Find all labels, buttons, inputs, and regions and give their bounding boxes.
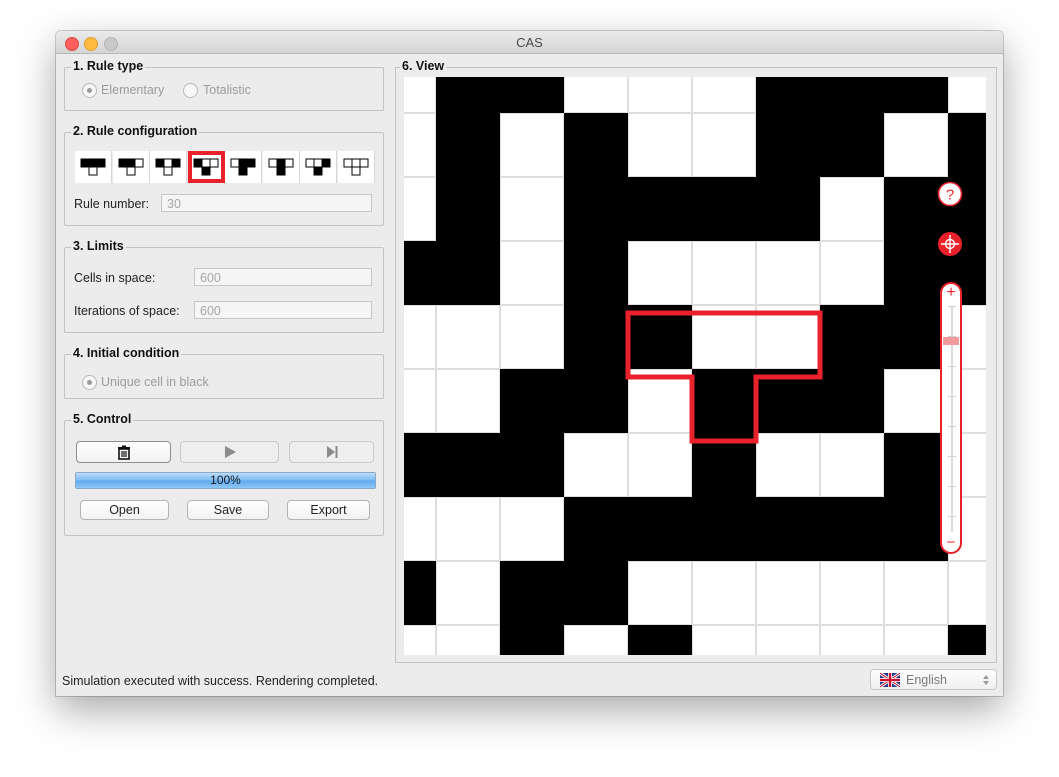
status-message: Simulation executed with success. Render… <box>62 674 379 688</box>
export-button[interactable]: Export <box>287 500 370 520</box>
zoom-tick <box>948 396 956 397</box>
rule-pattern-000[interactable] <box>337 151 375 183</box>
rule-pattern-icon <box>155 158 181 176</box>
rule-pattern-011[interactable] <box>225 151 262 183</box>
play-icon <box>224 446 236 458</box>
elementary-label: Elementary <box>101 83 165 97</box>
rule-pattern-110[interactable] <box>112 151 150 183</box>
rule-number-field[interactable]: 30 <box>161 194 372 212</box>
rule-type-legend: 1. Rule type <box>71 59 146 73</box>
limits-group: 3. Limits Cells in space: 600 Iterations… <box>64 239 384 333</box>
rule-pattern-100[interactable] <box>187 151 225 183</box>
view-panel: 6. View ? + − <box>395 59 997 663</box>
rule-pattern-icon <box>193 158 219 176</box>
uk-flag-icon <box>880 673 900 687</box>
help-icon-text: ? <box>946 187 954 204</box>
zoom-tick <box>948 306 956 307</box>
pattern-highlight <box>625 310 823 444</box>
initial-condition-group: 4. Initial condition Unique cell in blac… <box>64 346 384 399</box>
zoom-tick <box>948 486 956 487</box>
step-forward-button[interactable] <box>289 441 374 463</box>
zoom-tick <box>948 366 956 367</box>
trash-icon <box>117 445 130 460</box>
rule-configuration-group: 2. Rule configuration Rule number: 30 <box>64 124 384 226</box>
rule-pattern-111[interactable] <box>75 151 112 183</box>
save-button[interactable]: Save <box>187 500 269 520</box>
window-title: CAS <box>516 35 543 50</box>
zoom-tick <box>948 456 956 457</box>
language-select[interactable]: English <box>870 669 997 690</box>
clear-button[interactable] <box>76 441 171 463</box>
rule-number-label: Rule number: <box>74 197 150 211</box>
cells-in-space-field[interactable]: 600 <box>194 268 372 286</box>
rule-pattern-010[interactable] <box>262 151 300 183</box>
zoom-slider[interactable]: + − <box>940 282 962 554</box>
step-forward-icon <box>326 446 337 458</box>
progress-bar: 100% <box>75 472 376 489</box>
automaton-grid[interactable]: ? + − <box>404 77 986 655</box>
view-legend: 6. View <box>400 59 447 73</box>
elementary-radio[interactable] <box>82 83 97 98</box>
play-button[interactable] <box>180 441 279 463</box>
progress-text: 100% <box>210 473 241 487</box>
zoom-out-button[interactable]: − <box>942 535 960 551</box>
unique-cell-radio[interactable] <box>82 375 97 390</box>
unique-cell-label: Unique cell in black <box>101 375 209 389</box>
iterations-field[interactable]: 600 <box>194 301 372 319</box>
rule-configuration-legend: 2. Rule configuration <box>71 124 200 138</box>
rule-pattern-icon <box>230 158 256 176</box>
control-legend: 5. Control <box>71 412 134 426</box>
zoom-tick <box>948 516 956 517</box>
totalistic-label: Totalistic <box>203 83 251 97</box>
cells-in-space-label: Cells in space: <box>74 271 156 285</box>
iterations-label: Iterations of space: <box>74 304 180 318</box>
title-bar: CAS <box>56 31 1003 54</box>
zoom-thumb[interactable] <box>943 337 959 345</box>
rule-pattern-icon <box>80 158 106 176</box>
rule-pattern-icon <box>118 158 143 176</box>
chevron-updown-icon <box>983 675 989 685</box>
control-group: 5. Control 100% Open Save Export <box>64 412 384 536</box>
open-button[interactable]: Open <box>80 500 169 520</box>
zoom-in-button[interactable]: + <box>942 284 960 302</box>
recenter-icon[interactable] <box>937 231 963 257</box>
limits-legend: 3. Limits <box>71 239 126 253</box>
language-label: English <box>906 673 947 687</box>
rule-pattern-icon <box>268 158 293 176</box>
rule-pattern-icon <box>305 158 331 176</box>
rule-pattern-icon <box>343 158 368 176</box>
totalistic-radio[interactable] <box>183 83 198 98</box>
rule-type-group: 1. Rule type Elementary Totalistic <box>64 59 384 111</box>
rule-pattern-bar <box>75 151 375 183</box>
rule-pattern-001[interactable] <box>300 151 337 183</box>
zoom-tick <box>948 426 956 427</box>
help-icon[interactable]: ? <box>937 181 963 207</box>
rule-pattern-101[interactable] <box>150 151 187 183</box>
app-window: CAS 1. Rule type Elementary Totalistic 2… <box>56 31 1003 696</box>
initial-condition-legend: 4. Initial condition <box>71 346 182 360</box>
